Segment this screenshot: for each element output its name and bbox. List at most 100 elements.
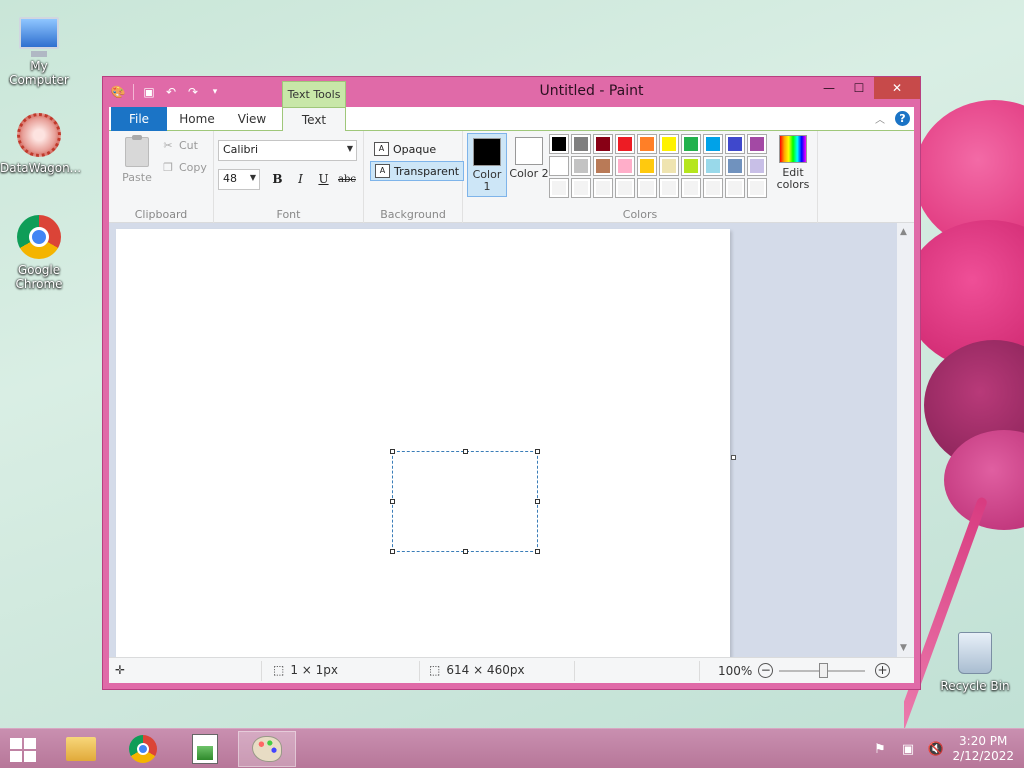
computer-icon (16, 10, 62, 57)
recycle-bin-icon (952, 630, 998, 676)
palette-color-swatch[interactable] (659, 178, 679, 198)
chrome-icon (16, 214, 62, 260)
volume-muted-icon[interactable]: 🔇 (928, 741, 944, 757)
palette-color-swatch[interactable] (593, 178, 613, 198)
drawing-canvas[interactable] (116, 229, 730, 657)
action-center-flag-icon[interactable]: ⚑ (872, 741, 888, 757)
scroll-up-icon[interactable]: ▲ (900, 227, 907, 237)
desktop-icon-label: Recycle Bin (940, 679, 1010, 693)
text-input-box[interactable] (390, 449, 540, 554)
strikethrough-button[interactable]: abc (338, 171, 356, 188)
transparent-icon: A (375, 164, 390, 178)
desktop-icon-recycle-bin[interactable]: Recycle Bin (936, 630, 1014, 693)
palette-color-swatch[interactable] (615, 156, 635, 176)
datawagon-icon (16, 112, 62, 158)
palette-color-swatch[interactable] (681, 156, 701, 176)
tab-text[interactable]: Text (282, 107, 346, 132)
font-group: Calibri ▼ 48 ▼ B I U abc Font (214, 131, 364, 223)
palette-color-swatch[interactable] (549, 134, 569, 154)
palette-color-swatch[interactable] (747, 178, 767, 198)
palette-color-swatch[interactable] (571, 178, 591, 198)
underline-button[interactable]: U (315, 171, 332, 188)
color-spectrum-icon (779, 135, 807, 163)
font-size-select[interactable]: 48 ▼ (218, 169, 260, 190)
help-icon[interactable]: ? (895, 111, 910, 126)
palette-color-swatch[interactable] (725, 156, 745, 176)
paste-label: Paste (122, 171, 152, 184)
cut-button[interactable]: ✂ Cut (161, 139, 198, 152)
palette-color-swatch[interactable] (725, 134, 745, 154)
italic-button[interactable]: I (292, 171, 309, 188)
chevron-down-icon: ▼ (346, 144, 353, 153)
color-1-swatch (473, 138, 501, 166)
taskbar-task-manager[interactable] (176, 731, 234, 767)
color-2-button[interactable]: Color 2 (509, 133, 549, 197)
palette-color-swatch[interactable] (571, 156, 591, 176)
canvas-resize-handle[interactable] (731, 455, 736, 460)
copy-button[interactable]: ❐ Copy (161, 161, 207, 174)
paint-window: 🎨 ▣ ↶ ↷ ▾ Text Tools Untitled - Paint — … (102, 76, 921, 690)
cursor-position-icon: ✛ (115, 663, 126, 677)
clock[interactable]: 3:20 PM 2/12/2022 (952, 734, 1014, 764)
selection-size: 1 × 1px (290, 663, 339, 677)
palette-color-swatch[interactable] (637, 156, 657, 176)
tab-view[interactable]: View (225, 107, 279, 131)
ribbon-tabs: File Home View Text ︿ ? (109, 107, 914, 132)
palette-color-swatch[interactable] (615, 178, 635, 198)
palette-color-swatch[interactable] (703, 178, 723, 198)
palette-color-swatch[interactable] (593, 134, 613, 154)
palette-color-swatch[interactable] (703, 134, 723, 154)
group-label: Background (380, 208, 446, 221)
scroll-down-icon[interactable]: ▼ (900, 643, 907, 653)
opaque-button[interactable]: A Opaque (370, 139, 440, 159)
title-bar[interactable]: 🎨 ▣ ↶ ↷ ▾ Text Tools Untitled - Paint — … (103, 77, 920, 107)
bold-button[interactable]: B (269, 171, 286, 188)
image-size: 614 × 460px (446, 663, 525, 677)
edit-colors-button[interactable]: Edit colors (773, 135, 813, 191)
vertical-scrollbar[interactable]: ▲ ▼ (897, 223, 914, 657)
font-size-value: 48 (223, 172, 237, 185)
transparent-button[interactable]: A Transparent (370, 161, 465, 181)
palette-color-swatch[interactable] (681, 178, 701, 198)
taskbar-paint[interactable] (238, 731, 296, 767)
paste-button[interactable]: Paste (119, 135, 155, 184)
palette-color-swatch[interactable] (659, 156, 679, 176)
palette-color-swatch[interactable] (747, 156, 767, 176)
palette-color-swatch[interactable] (747, 134, 767, 154)
minimize-button[interactable]: — (814, 77, 844, 99)
taskbar-file-explorer[interactable] (52, 731, 110, 767)
tab-file[interactable]: File (111, 107, 167, 131)
palette-color-swatch[interactable] (549, 178, 569, 198)
palette-color-swatch[interactable] (571, 134, 591, 154)
palette-color-swatch[interactable] (615, 134, 635, 154)
font-family-select[interactable]: Calibri ▼ (218, 140, 357, 161)
color-2-swatch (515, 137, 543, 165)
background-group: A Opaque A Transparent Background (364, 131, 465, 223)
palette-color-swatch[interactable] (659, 134, 679, 154)
copy-icon: ❐ (163, 161, 173, 174)
zoom-in-button[interactable]: + (875, 663, 890, 678)
network-icon[interactable]: ▣ (900, 741, 916, 757)
chevron-down-icon: ▼ (249, 173, 256, 182)
color-1-button[interactable]: Color 1 (467, 133, 507, 197)
minimize-ribbon-icon[interactable]: ︿ (875, 111, 885, 126)
palette-color-swatch[interactable] (549, 156, 569, 176)
palette-color-swatch[interactable] (593, 156, 613, 176)
zoom-slider-thumb[interactable] (819, 663, 828, 678)
palette-color-swatch[interactable] (681, 134, 701, 154)
taskbar-chrome[interactable] (114, 731, 172, 767)
maximize-button[interactable]: ☐ (844, 77, 874, 99)
start-button[interactable] (10, 738, 38, 762)
palette-color-swatch[interactable] (725, 178, 745, 198)
zoom-out-button[interactable]: − (758, 663, 774, 678)
status-bar: ✛ ⬚ 1 × 1px ⬚ 614 × 460px 100% − + (109, 657, 914, 683)
palette-color-swatch[interactable] (637, 134, 657, 154)
edit-colors-label: Edit colors (776, 166, 810, 191)
close-button[interactable]: ✕ (874, 77, 920, 99)
tab-home[interactable]: Home (169, 107, 225, 131)
desktop-icon-datawagon[interactable]: DataWagon... (0, 112, 81, 175)
palette-color-swatch[interactable] (637, 178, 657, 198)
desktop-icon-my-computer[interactable]: My Computer (0, 10, 78, 87)
desktop-icon-chrome[interactable]: Google Chrome (0, 214, 78, 291)
palette-color-swatch[interactable] (703, 156, 723, 176)
